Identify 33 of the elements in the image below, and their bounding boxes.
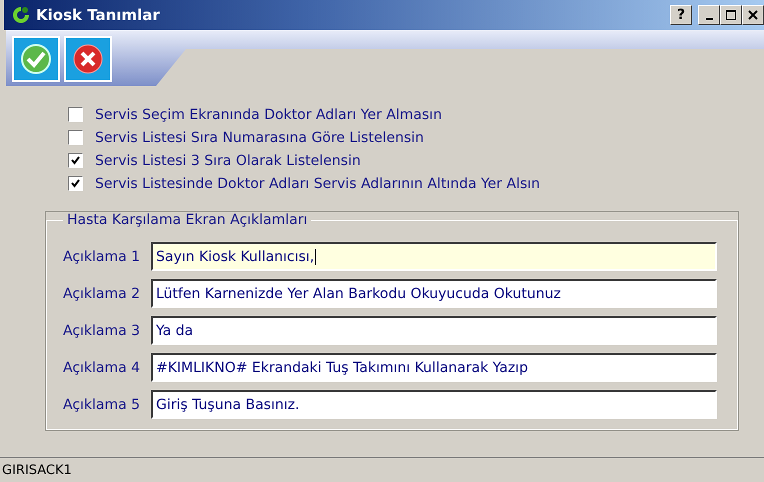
field-label: Açıklama 2 xyxy=(63,286,141,302)
checkbox-label: Servis Listesi 3 Sıra Olarak Listelensin xyxy=(95,152,361,168)
ok-button[interactable] xyxy=(12,36,60,82)
maximize-icon xyxy=(725,9,737,21)
field-label: Açıklama 4 xyxy=(63,360,141,376)
checkmark-icon xyxy=(20,43,52,75)
checkbox[interactable] xyxy=(68,176,83,191)
input-field[interactable]: Ya da xyxy=(151,316,717,345)
field-label: Açıklama 5 xyxy=(63,396,141,412)
minimize-icon xyxy=(706,18,712,20)
status-text: GIRISACK1 xyxy=(2,462,72,478)
checkbox[interactable] xyxy=(68,153,83,168)
app-icon xyxy=(12,5,30,25)
input-field[interactable]: Lütfen Karnenizde Yer Alan Barkodu Okuyucuda Okutunuz xyxy=(151,279,717,308)
checkbox[interactable] xyxy=(68,130,83,145)
field-label: Açıklama 1 xyxy=(63,248,141,264)
minimize-button[interactable] xyxy=(698,5,720,25)
help-button[interactable]: ? xyxy=(670,5,692,25)
cancel-button[interactable] xyxy=(64,36,112,82)
window-title: Kiosk Tanımlar xyxy=(36,6,161,24)
checkbox-label: Servis Seçim Ekranında Doktor Adları Yer Almasın xyxy=(95,106,442,122)
input-field[interactable]: #KIMLIKNO# Ekrandaki Tuş Takımını Kullanarak Yazıp xyxy=(151,353,717,382)
input-field[interactable]: Giriş Tuşuna Basınız. xyxy=(151,390,717,419)
checkbox[interactable] xyxy=(68,107,83,122)
close-icon xyxy=(748,10,758,20)
close-button[interactable] xyxy=(742,5,764,25)
group-title: Hasta Karşılama Ekran Açıklamları xyxy=(66,212,308,228)
close-icon xyxy=(72,43,104,75)
checkbox-label: Servis Listesi Sıra Numarasına Göre Listelensin xyxy=(95,130,424,146)
field-label: Açıklama 3 xyxy=(63,322,141,338)
maximize-button[interactable] xyxy=(720,5,742,25)
input-field[interactable]: Sayın Kiosk Kullanıcısı, xyxy=(151,242,717,271)
checkbox-label: Servis Listesinde Doktor Adları Servis Adlarının Altında Yer Alsın xyxy=(95,176,540,192)
